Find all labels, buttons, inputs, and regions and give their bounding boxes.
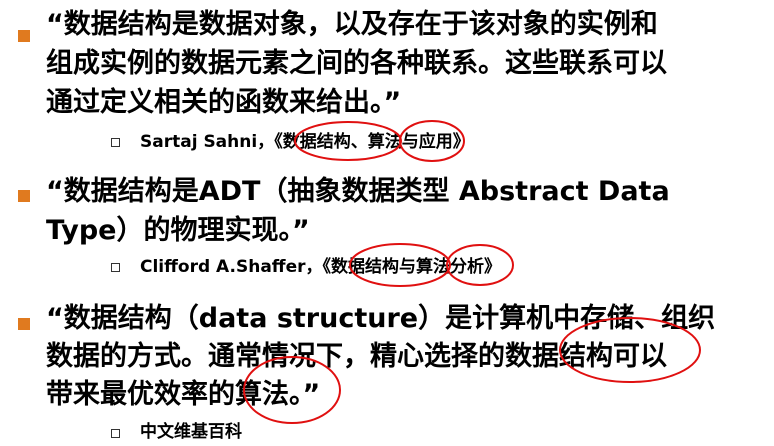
bullet-marker xyxy=(18,190,30,202)
quote-3-line-3: 带来最优效率的算法。” xyxy=(46,379,321,410)
sub-bullet-marker xyxy=(111,138,120,147)
quote-1-line-1: “数据结构是数据对象，以及存在于该对象的实例和 xyxy=(46,9,658,40)
bullet-marker xyxy=(18,318,30,330)
quote-3-line-2: 数据的方式。通常情况下，精心选择的数据结构可以 xyxy=(46,341,667,372)
sub-bullet-marker xyxy=(111,429,120,438)
quote-1-source: Sartaj Sahni，《数据结构、算法与应用》 xyxy=(140,132,470,152)
quote-2-source: Clifford A.Shaffer，《数据结构与算法分析》 xyxy=(140,257,501,277)
quote-2-line-2: Type）的物理实现。” xyxy=(46,215,310,246)
quote-2-line-1: “数据结构是ADT（抽象数据类型 Abstract Data xyxy=(46,176,670,207)
bullet-marker xyxy=(18,30,30,42)
quote-3-line-1: “数据结构（data structure）是计算机中存储、组织 xyxy=(46,303,716,334)
quote-1-line-3: 通过定义相关的函数来给出。” xyxy=(46,87,402,118)
sub-bullet-marker xyxy=(111,263,120,272)
quote-3-source: 中文维基百科 xyxy=(140,422,242,442)
quote-1-line-2: 组成实例的数据元素之间的各种联系。这些联系可以 xyxy=(46,48,667,79)
